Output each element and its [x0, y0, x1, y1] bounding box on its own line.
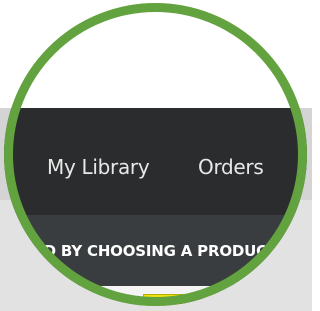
header-area — [4, 3, 307, 111]
top-navbar: My Library Orders — [4, 108, 307, 215]
product-thumbnail-yellow[interactable] — [143, 294, 215, 306]
promo-heading: STARTED BY CHOOSING A PRODUCT — [4, 242, 277, 260]
nav-link-my-library[interactable]: My Library — [47, 155, 150, 179]
magnified-screenshot: My Library Orders STARTED BY CHOOSING A … — [0, 0, 312, 311]
magnifier-lens: My Library Orders STARTED BY CHOOSING A … — [4, 3, 307, 306]
product-label-strip — [152, 298, 204, 304]
product-thumbnail-left[interactable] — [4, 301, 64, 306]
product-thumbnail-right[interactable] — [262, 299, 307, 306]
nav-link-orders[interactable]: Orders — [198, 155, 264, 179]
